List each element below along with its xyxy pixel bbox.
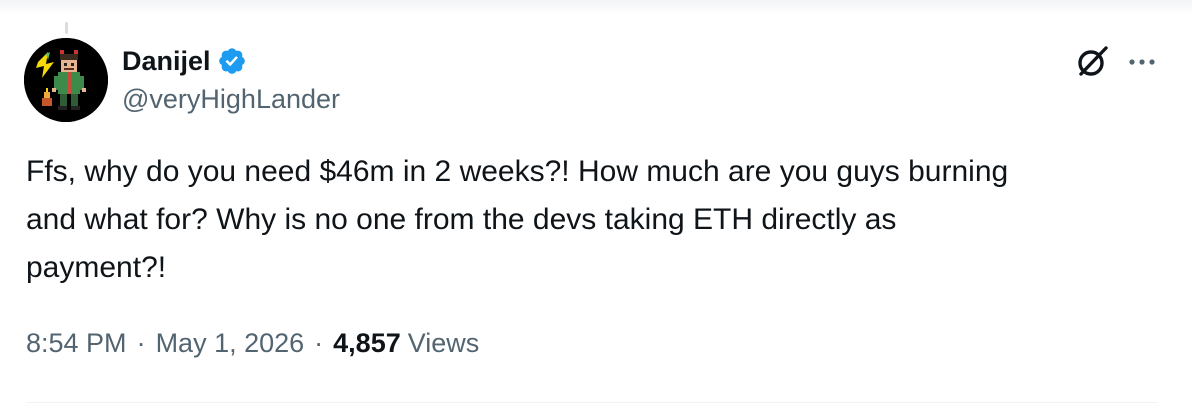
tweet-page: Danijel @veryHighLander Ffs, why do you … [0,0,1192,410]
meta-separator: · [136,328,146,358]
tweet-time[interactable]: 8:54 PM [26,328,127,359]
grok-icon[interactable] [1072,42,1112,82]
views-label: Views [407,328,480,358]
tweet-text: Ffs, why do you need $46m in 2 weeks?! H… [26,155,1009,284]
tweet-header: Danijel @veryHighLander [122,44,340,115]
avatar[interactable] [24,38,108,122]
tweet-date[interactable]: May 1, 2026 [156,328,305,359]
tweet-metadata: 8:54 PM · May 1, 2026 · 4,857 Views [26,328,479,359]
divider [26,402,1158,403]
name-row: Danijel [122,44,340,78]
more-options-icon[interactable] [1126,46,1158,78]
author-handle[interactable]: @veryHighLander [122,84,340,115]
verified-badge-icon [217,46,247,76]
tweet-card: Danijel @veryHighLander Ffs, why do you … [0,0,1192,410]
tweet-actions [1072,42,1158,82]
author-display-name[interactable]: Danijel [122,46,211,77]
views-count[interactable]: 4,857 [333,328,401,359]
meta-separator: · [314,328,324,358]
